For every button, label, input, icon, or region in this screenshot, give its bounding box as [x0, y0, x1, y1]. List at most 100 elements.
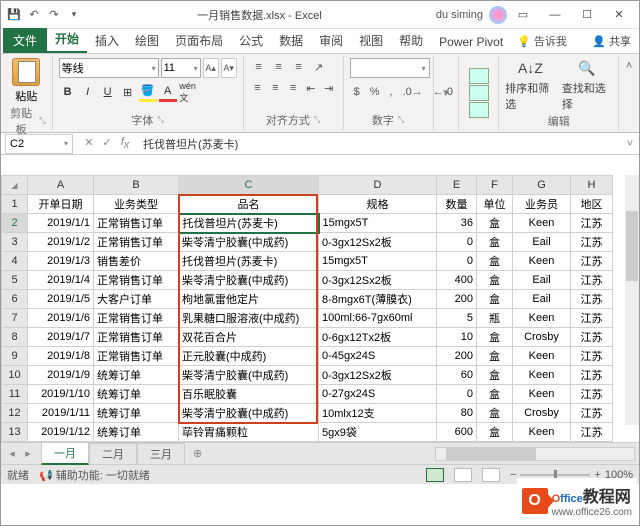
number-format-select[interactable]: ▾ [350, 58, 430, 78]
cell[interactable]: 2019/1/3 [28, 252, 94, 271]
align-center-icon[interactable]: ≡ [267, 79, 283, 97]
cell[interactable]: 双花百合片 [179, 328, 319, 347]
cell[interactable]: 统筹订单 [94, 385, 179, 404]
row-header[interactable]: 13 [2, 423, 28, 442]
share-button[interactable]: 👤 共享 [586, 29, 637, 53]
cell[interactable]: 盒 [477, 271, 513, 290]
col-header[interactable]: A [28, 176, 94, 195]
cell[interactable]: 2019/1/5 [28, 290, 94, 309]
cell[interactable]: 盒 [477, 404, 513, 423]
cell[interactable]: 400 [437, 271, 477, 290]
cell[interactable]: 业务类型 [94, 195, 179, 214]
cell[interactable]: 瓶 [477, 309, 513, 328]
indent-left-icon[interactable]: ⇤ [303, 79, 319, 97]
paste-button[interactable]: 粘贴 [15, 88, 37, 104]
row-header[interactable]: 7 [2, 309, 28, 328]
indent-right-icon[interactable]: ⇥ [321, 79, 337, 97]
phonetic-button[interactable]: wén文 [179, 82, 197, 102]
italic-button[interactable]: I [79, 82, 97, 102]
cell[interactable]: 统筹订单 [94, 366, 179, 385]
worksheet-grid[interactable]: ◢ABCDEFGH 1开单日期业务类型品名规格数量单位业务员地区 22019/1… [1, 175, 639, 442]
cell[interactable]: 乳果糖口服溶液(中成药) [179, 309, 319, 328]
cell[interactable]: 正常销售订单 [94, 328, 179, 347]
bold-button[interactable]: B [59, 82, 77, 102]
status-accessibility[interactable]: 📢 辅助功能: 一切就绪 [39, 467, 150, 483]
cell[interactable]: 江苏 [571, 252, 613, 271]
cell[interactable]: 0-6gx12Tx2板 [319, 328, 437, 347]
fill-color-button[interactable]: 🪣 [139, 82, 157, 102]
font-launcher-icon[interactable]: ⤡ [157, 115, 163, 125]
sheet-tab-mar[interactable]: 三月 [137, 443, 185, 464]
clipboard-launcher-icon[interactable]: ⤡ [39, 116, 45, 126]
tab-view[interactable]: 视图 [351, 28, 391, 53]
row-header[interactable]: 1 [2, 195, 28, 214]
cell[interactable]: 600 [437, 423, 477, 442]
col-header[interactable]: F [477, 176, 513, 195]
cell[interactable]: 百乐眠胶囊 [179, 385, 319, 404]
align-launcher-icon[interactable]: ⤡ [314, 115, 320, 125]
cell[interactable]: Crosby [513, 404, 571, 423]
paste-icon[interactable] [12, 58, 40, 86]
col-header[interactable]: G [513, 176, 571, 195]
tab-data[interactable]: 数据 [271, 28, 311, 53]
cell[interactable]: 0-3gx12Sx2板 [319, 233, 437, 252]
cell[interactable]: Keen [513, 385, 571, 404]
cell[interactable]: 15mgx5T [319, 252, 437, 271]
sheet-tab-feb[interactable]: 二月 [89, 443, 137, 464]
qat-more-icon[interactable]: ▾ [65, 6, 83, 24]
cell[interactable]: 5gx9袋 [319, 423, 437, 442]
cell[interactable]: 正常销售订单 [94, 271, 179, 290]
cell[interactable]: 柴苓清宁胶囊(中成药) [179, 271, 319, 290]
cell[interactable]: Eail [513, 290, 571, 309]
cell[interactable]: 2019/1/1 [28, 214, 94, 233]
sheet-nav-first-icon[interactable]: ◂ [5, 447, 19, 460]
cell[interactable]: 柴苓清宁胶囊(中成药) [179, 233, 319, 252]
number-launcher-icon[interactable]: ⤡ [398, 115, 404, 125]
cell[interactable]: 统筹订单 [94, 404, 179, 423]
cell[interactable]: 0-3gx12Sx2板 [319, 366, 437, 385]
cell[interactable]: 销售差价 [94, 252, 179, 271]
row-header[interactable]: 5 [2, 271, 28, 290]
cell[interactable]: 100ml:66-7gx60ml [319, 309, 437, 328]
cell[interactable]: 15mgx5T [319, 214, 437, 233]
inc-decimal-icon[interactable]: .0→ [399, 82, 427, 102]
cell[interactable]: 规格 [319, 195, 437, 214]
cell[interactable]: Crosby [513, 328, 571, 347]
cell[interactable]: 枸地氯雷他定片 [179, 290, 319, 309]
cell[interactable]: 2019/1/12 [28, 423, 94, 442]
view-normal-icon[interactable] [426, 468, 444, 482]
tab-formulas[interactable]: 公式 [231, 28, 271, 53]
tab-help[interactable]: 帮助 [391, 28, 431, 53]
cell[interactable]: 荜铃胃痛颗粒 [179, 423, 319, 442]
align-right-icon[interactable]: ≡ [285, 79, 301, 97]
cell[interactable]: 正常销售订单 [94, 233, 179, 252]
cell[interactable]: 江苏 [571, 423, 613, 442]
cell[interactable]: 正常销售订单 [94, 347, 179, 366]
tab-layout[interactable]: 页面布局 [167, 28, 231, 53]
row-header[interactable]: 10 [2, 366, 28, 385]
cell[interactable]: 托伐普坦片(苏麦卡) [179, 214, 319, 233]
row-header[interactable]: 2 [2, 214, 28, 233]
cell[interactable]: 0 [437, 233, 477, 252]
vertical-scrollbar[interactable] [625, 175, 639, 425]
font-name-select[interactable]: 等线▾ [59, 58, 159, 78]
cell[interactable]: 托伐普坦片(苏麦卡) [179, 252, 319, 271]
redo-icon[interactable]: ↷ [45, 6, 63, 24]
cell[interactable]: 品名 [179, 195, 319, 214]
user-name[interactable]: du siming [436, 9, 483, 21]
cell[interactable]: 大客户订单 [94, 290, 179, 309]
col-header[interactable]: D [319, 176, 437, 195]
cell[interactable]: 2019/1/7 [28, 328, 94, 347]
grow-font-icon[interactable]: A▴ [203, 58, 219, 78]
cell[interactable]: 数量 [437, 195, 477, 214]
cell[interactable]: 36 [437, 214, 477, 233]
cell[interactable]: 江苏 [571, 309, 613, 328]
col-header[interactable]: H [571, 176, 613, 195]
enter-formula-icon[interactable]: ✓ [99, 136, 115, 151]
cell[interactable]: Eail [513, 233, 571, 252]
align-top-icon[interactable]: ≡ [250, 58, 268, 76]
cell[interactable]: 200 [437, 290, 477, 309]
cell[interactable]: 2019/1/10 [28, 385, 94, 404]
cell[interactable]: Keen [513, 252, 571, 271]
cell[interactable]: 0-45gx24S [319, 347, 437, 366]
